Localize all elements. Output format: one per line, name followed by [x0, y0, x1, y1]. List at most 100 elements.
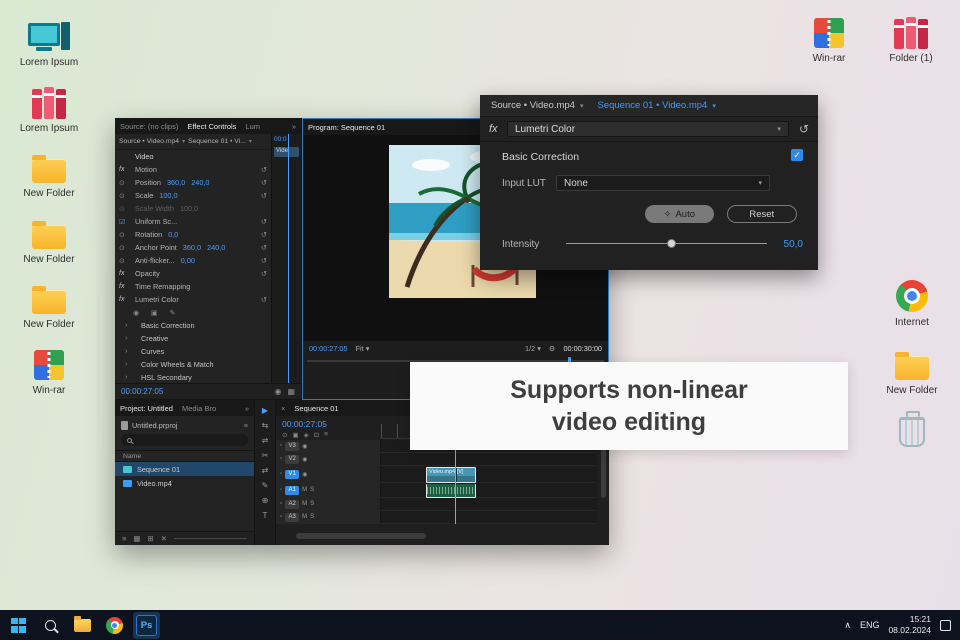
track-badge[interactable]: V3 [285, 441, 300, 451]
effect-row[interactable]: ⊙ Position 360,0 240,0 ↺ [115, 176, 271, 189]
effect-value[interactable]: 240,0 [207, 243, 225, 252]
track-toggle-icon[interactable]: M [302, 487, 307, 493]
chevron-down-icon[interactable]: ▾ [580, 102, 584, 110]
source-clip-label[interactable]: Source • Video.mp4 [119, 138, 179, 145]
chevron-down-icon[interactable]: ▾ [712, 102, 716, 110]
new-bin-icon[interactable]: ⊞ [147, 534, 153, 543]
playback-resolution-dropdown[interactable]: 1/2 ▾ [525, 344, 541, 353]
effect-row-icon[interactable]: ⊙ [119, 205, 132, 213]
track-toggle-icon[interactable]: M [302, 501, 307, 507]
desktop-shortcut[interactable]: Lorem Ipsum [14, 16, 84, 69]
effect-value[interactable]: 240,0 [191, 178, 209, 187]
timeline-timecode[interactable]: 00:00:27:05 [282, 419, 327, 429]
zoom-slider[interactable] [174, 538, 247, 539]
effect-controls-timecode[interactable]: 00:00:27:05 [121, 387, 163, 396]
ripple-edit-tool[interactable]: ⇌ [255, 433, 275, 448]
video-clip[interactable]: Video.mp4 [V] [426, 467, 476, 483]
sequence-clip-label[interactable]: Sequence 01 • Vi... [188, 138, 246, 145]
effect-row-icon[interactable]: ⊙ [119, 231, 132, 239]
project-search-input[interactable] [121, 434, 248, 446]
desktop-shortcut[interactable]: Win-rar [794, 12, 864, 65]
effect-controls-mini-timeline[interactable]: 00:0 Vide [271, 134, 301, 383]
effect-row-icon[interactable]: ⊙ [119, 244, 132, 252]
project-name-column-header[interactable]: Name [115, 450, 254, 462]
effect-row[interactable]: ⊙ Anti-flicker... 0,00 ↺ [115, 254, 271, 267]
track-header[interactable]: ▫ A2 M S [276, 498, 381, 510]
lock-icon[interactable]: ▫ [280, 471, 282, 477]
audio-clip[interactable] [426, 484, 476, 498]
track-lane[interactable] [381, 511, 597, 523]
track-badge[interactable]: A3 [285, 512, 300, 522]
lock-icon[interactable]: ▫ [280, 456, 282, 462]
basic-correction-section-label[interactable]: Basic Correction [502, 151, 579, 163]
lock-icon[interactable]: ▫ [280, 501, 282, 507]
effect-row[interactable]: › HSL Secondary [115, 371, 271, 383]
lock-icon[interactable]: ▫ [280, 514, 282, 520]
list-view-icon[interactable]: ≡ [122, 534, 126, 543]
reset-button[interactable]: Reset [726, 205, 797, 223]
snap-icon[interactable]: ⊙ [282, 431, 287, 439]
auto-button[interactable]: ✧ Auto [645, 205, 714, 223]
reset-parameter-icon[interactable]: ↺ [261, 165, 267, 174]
track-toggle-icon[interactable]: M [302, 514, 307, 520]
tab-overflow-icon[interactable]: » [288, 122, 296, 131]
icon-view-icon[interactable]: ▦ [133, 534, 140, 543]
effect-row-icon[interactable]: › [125, 322, 138, 329]
reset-parameter-icon[interactable]: ↺ [261, 256, 267, 265]
desktop-shortcut[interactable] [877, 411, 947, 463]
razor-tool[interactable]: ✂ [255, 448, 275, 463]
track-toggle-icon[interactable]: ◉ [302, 456, 307, 463]
settings-wrench-icon[interactable]: ⚙ [549, 344, 556, 353]
intensity-slider[interactable] [566, 237, 767, 251]
effect-row[interactable]: ⊙ Scale Width 100,0 [115, 202, 271, 215]
track-lane[interactable] [381, 453, 597, 465]
pan el-tab[interactable]: Media Bro [182, 404, 216, 413]
desktop-shortcut[interactable]: Internet [877, 276, 947, 329]
effect-row-icon[interactable]: › [125, 374, 138, 381]
track-header[interactable]: ▫ V3 ◉ [276, 440, 381, 452]
reset-parameter-icon[interactable]: ↺ [261, 178, 267, 187]
project-bin-icon[interactable]: ≡ [244, 421, 248, 430]
reset-parameter-icon[interactable]: ↺ [261, 243, 267, 252]
lumetri-sequence-tab[interactable]: Sequence 01 • Video.mp4 [597, 100, 707, 111]
project-item[interactable]: Video.mp4 [115, 476, 254, 490]
track-header[interactable]: ▫ V1 ◉ [276, 466, 381, 482]
chrome-button[interactable] [101, 612, 128, 639]
reset-parameter-icon[interactable]: ↺ [261, 230, 267, 239]
effect-row-icon[interactable]: › [125, 335, 138, 342]
lock-icon[interactable]: ▫ [280, 487, 282, 493]
effect-row[interactable]: › Curves [115, 345, 271, 358]
notification-center-icon[interactable] [940, 619, 951, 631]
track-header[interactable]: ▫ A1 M S [276, 483, 381, 497]
reset-parameter-icon[interactable]: ↺ [261, 269, 267, 278]
effect-row[interactable]: › Color Wheels & Match [115, 358, 271, 371]
effect-row-icon[interactable]: › [125, 348, 138, 355]
track-lane[interactable] [381, 498, 597, 510]
reset-parameter-icon[interactable]: ↺ [261, 191, 267, 200]
show-keyframes-icon[interactable]: ◉ [274, 387, 281, 396]
effect-value[interactable]: 100,0 [159, 191, 177, 200]
track-header[interactable]: ▫ A3 M S [276, 511, 381, 523]
track-toggle-icon[interactable]: S [310, 514, 314, 520]
project-item[interactable]: Sequence 01 [115, 462, 254, 476]
effect-value[interactable]: 360,0 [183, 243, 201, 252]
desktop-shortcut[interactable]: Folder (1) [876, 12, 946, 65]
tab-overflow-icon[interactable]: » [241, 404, 249, 413]
track-lane[interactable] [381, 483, 597, 497]
tray-expand-icon[interactable]: ∧ [844, 620, 851, 631]
desktop-shortcut[interactable]: New Folder [877, 344, 947, 397]
close-tab-icon[interactable]: × [281, 404, 285, 413]
photoshop-button[interactable]: Ps [133, 611, 160, 639]
hand-tool[interactable]: ⊕ [255, 493, 275, 508]
effect-row-icon[interactable]: ◉ ▣ ✎ [133, 309, 180, 317]
effect-row[interactable]: fx Lumetri Color ↺ [115, 293, 271, 306]
effect-row[interactable]: Video [115, 150, 271, 163]
input-lut-dropdown[interactable]: None ▾ [556, 175, 770, 191]
basic-correction-checkbox[interactable]: ✓ [791, 149, 803, 161]
reset-parameter-icon[interactable]: ↺ [261, 217, 267, 226]
effect-row-icon[interactable]: ⊙ [119, 192, 132, 200]
effect-row-icon[interactable]: fx [119, 270, 132, 277]
pan el-tab[interactable]: Project: Untitled [120, 404, 173, 413]
taskbar-clock[interactable]: 15:21 08.02.2024 [888, 614, 931, 635]
track-lane[interactable] [381, 466, 597, 482]
